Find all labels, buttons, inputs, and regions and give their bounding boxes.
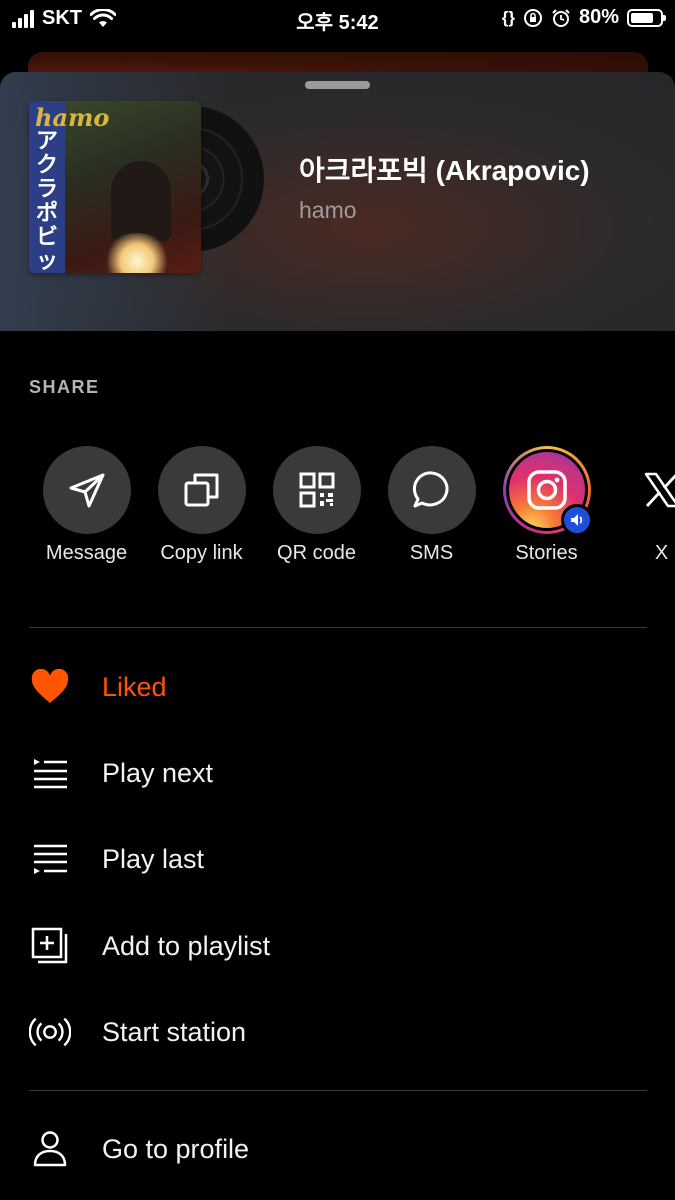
rotation-lock-icon [523, 8, 542, 27]
heart-icon [31, 669, 69, 703]
track-title: 아크라포빅 (Akrapovic) [299, 155, 590, 186]
share-sms-label: SMS [409, 542, 454, 564]
share-qr-code-button[interactable]: QR code [259, 446, 374, 565]
menu-item-start-station[interactable]: Start station [0, 989, 675, 1075]
code-braces-icon: {} [501, 7, 515, 27]
menu-label-play-next: Play next [102, 757, 214, 788]
cover-japanese-text: アクラポビッチ [35, 128, 58, 274]
menu-item-liked[interactable]: Liked [0, 644, 675, 730]
menu-item-add-to-playlist[interactable]: Add to playlist [0, 903, 675, 989]
share-x-button[interactable]: X [604, 446, 675, 565]
menu-label-liked: Liked [102, 671, 167, 702]
alarm-icon [552, 8, 570, 27]
menu-item-play-last[interactable]: Play last [0, 816, 675, 902]
cover-title: hamo [35, 103, 110, 132]
instagram-icon [526, 470, 567, 510]
qr-code-icon [299, 472, 334, 508]
share-stories-button[interactable]: Stories [489, 446, 604, 565]
battery-icon [627, 8, 666, 27]
sheet-grabber[interactable] [305, 81, 370, 89]
share-sms-button[interactable]: SMS [374, 446, 489, 565]
cover-headlight [107, 233, 167, 273]
share-message-label: Message [45, 542, 128, 564]
menu-label-play-last: Play last [102, 843, 205, 874]
share-section-label: SHARE [29, 377, 100, 397]
sound-badge-icon [560, 504, 593, 536]
track-artist[interactable]: hamo [299, 197, 357, 224]
add-to-playlist-icon [31, 927, 68, 964]
menu-item-play-next[interactable]: Play next [0, 730, 675, 816]
menu-item-go-to-profile[interactable]: Go to profile [0, 1106, 675, 1192]
share-message-button[interactable]: Message [29, 446, 144, 565]
battery-percent: 80% [578, 6, 619, 28]
copy-icon [184, 473, 218, 507]
share-sheet-screen: SKT 오후 5:42 {} 80% アクラポビッ hamo 아크라포빅 (Ak… [0, 0, 675, 1200]
x-logo-icon [644, 472, 675, 508]
chat-bubble-icon [412, 471, 448, 508]
track-header: アクラポビッチ hamo 아크라포빅 (Akrapovic) hamo [0, 72, 675, 331]
status-bar: SKT 오후 5:42 {} 80% [0, 0, 675, 38]
share-stories-label: Stories [515, 542, 578, 564]
cover-figure [111, 161, 171, 241]
divider [29, 627, 647, 628]
share-qr-code-label: QR code [277, 542, 356, 564]
share-options-row: Message Copy link QR code SMS Stories X [0, 446, 675, 576]
profile-icon [33, 1131, 67, 1167]
battery-level [631, 12, 654, 23]
share-x-label: X [654, 542, 669, 564]
play-next-icon [34, 759, 67, 789]
bottom-sheet: アクラポビッチ hamo 아크라포빅 (Akrapovic) hamo SHAR… [0, 72, 675, 1200]
share-copy-link-button[interactable]: Copy link [144, 446, 259, 565]
menu-label-start-station: Start station [102, 1016, 247, 1047]
album-cover: アクラポビッチ hamo [29, 101, 201, 273]
divider [29, 1090, 647, 1091]
menu-label-add-to-playlist: Add to playlist [102, 930, 271, 961]
menu-label-go-to-profile: Go to profile [102, 1133, 250, 1164]
send-icon [69, 473, 104, 508]
share-copy-link-label: Copy link [160, 542, 243, 564]
play-last-icon [34, 844, 67, 874]
station-icon [29, 1017, 71, 1047]
